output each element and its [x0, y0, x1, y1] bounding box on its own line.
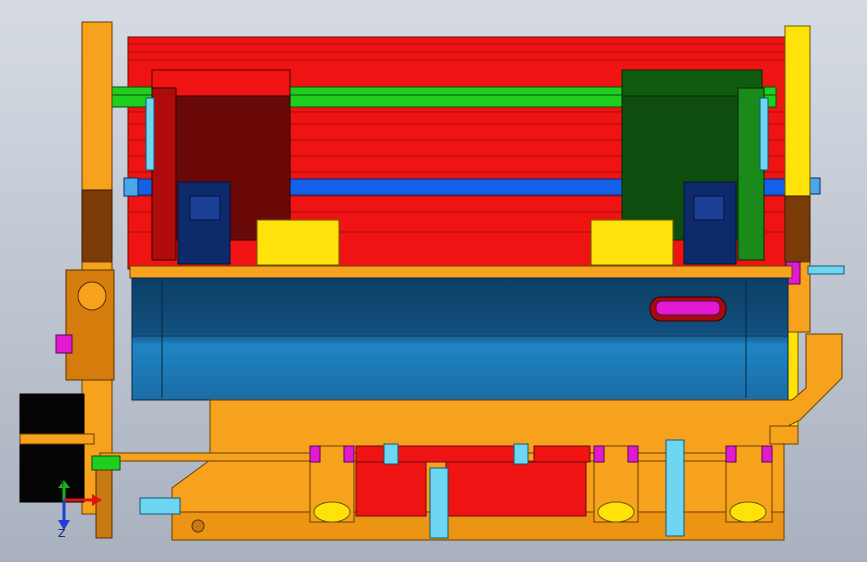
cyan-post-1	[429, 467, 449, 539]
triad-z-label: Z	[58, 527, 66, 540]
cyan-post-3	[139, 497, 181, 515]
beam-slot-insert	[655, 300, 721, 316]
cad-3d-viewport[interactable]	[0, 0, 867, 562]
clamp-3[interactable]	[725, 445, 773, 523]
green-coupling	[91, 455, 121, 471]
left-plate-brown-band	[81, 189, 113, 263]
cyan-post-2	[665, 439, 685, 537]
clamp-2[interactable]	[593, 445, 639, 523]
red-spring-tube-right	[533, 445, 591, 463]
base-bolt-hole	[191, 519, 205, 533]
left-gear-hub	[77, 281, 107, 311]
right-cyan-pipe	[807, 265, 845, 275]
spring-coil-right	[513, 443, 529, 465]
beam-body	[131, 277, 789, 401]
left-motor-panel	[189, 195, 221, 221]
beam-top-edge	[129, 265, 793, 279]
left-cyan-strip	[145, 97, 155, 171]
left-housing-column	[151, 87, 177, 261]
red-block-right	[445, 461, 587, 517]
right-cyan-strip	[759, 97, 769, 171]
spring-coil-left	[383, 443, 399, 465]
right-navy-motor	[683, 181, 737, 265]
red-spring-tube-left	[355, 445, 517, 463]
right-plate-brown-band	[784, 195, 811, 263]
left-magenta-fitting	[55, 334, 73, 354]
motor-flange	[19, 433, 95, 445]
right-yellow-block	[590, 219, 674, 266]
motor-body	[19, 393, 85, 503]
right-plate-upper	[784, 25, 811, 197]
main-steel-beam[interactable]	[129, 265, 793, 401]
left-navy-motor	[177, 181, 231, 265]
shaft-left-end-cap	[123, 177, 139, 197]
left-yellow-block	[256, 219, 340, 266]
base-right-flange	[769, 425, 799, 445]
right-motor-panel	[693, 195, 725, 221]
triad-y-label: Y	[60, 480, 66, 490]
red-block-left	[355, 461, 427, 517]
clamp-1[interactable]	[309, 445, 355, 523]
left-plate-upper	[81, 21, 113, 191]
gear-stack	[95, 469, 113, 539]
